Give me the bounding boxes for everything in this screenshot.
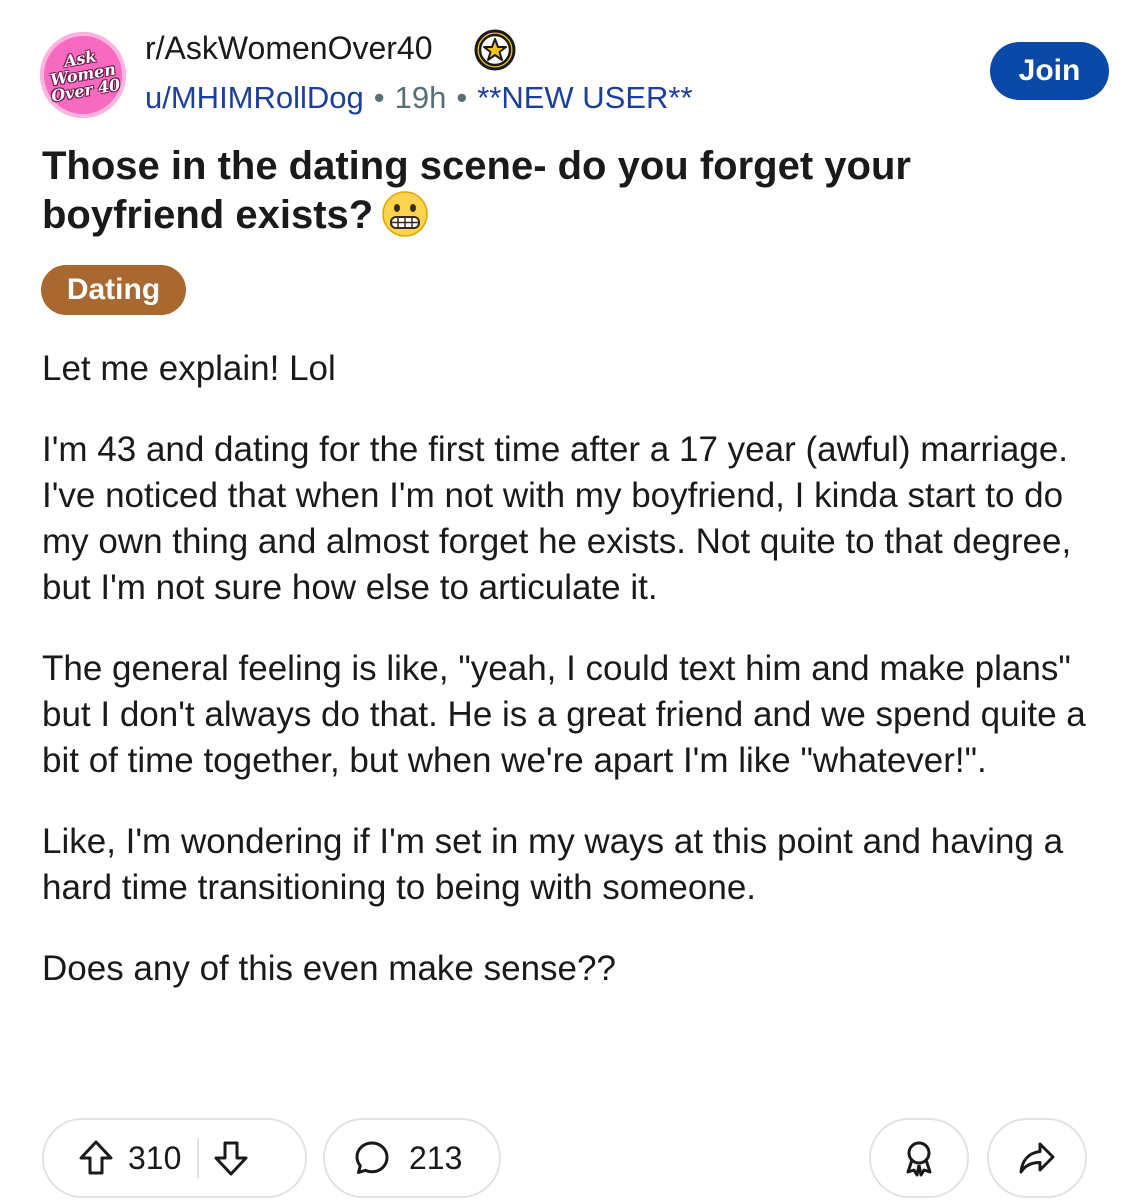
award-button[interactable]	[869, 1118, 969, 1198]
comment-count: 213	[409, 1139, 463, 1176]
vote-divider	[197, 1138, 200, 1178]
post-time: 19h	[394, 80, 447, 115]
post-paragraph: Does any of this even make sense??	[42, 949, 616, 988]
vote-bar: 310	[42, 1118, 307, 1198]
upvote-button[interactable]	[78, 1139, 114, 1177]
meta-separator: •	[373, 80, 385, 115]
subreddit-avatar[interactable]: Ask Women Over 40	[33, 25, 133, 125]
post-paragraph: Let me explain! Lol	[42, 349, 336, 388]
post-body: Let me explain! Lol I'm 43 and dating fo…	[42, 346, 1102, 1027]
share-button[interactable]	[987, 1118, 1087, 1198]
author-username[interactable]: u/MHIMRollDog	[145, 80, 364, 115]
award-icon	[906, 1141, 932, 1177]
share-arrow-icon	[1019, 1142, 1055, 1174]
post-paragraph: Like, I'm wondering if I'm set in my way…	[42, 822, 1064, 907]
post-paragraph: I'm 43 and dating for the first time aft…	[42, 430, 1072, 607]
post-meta: u/MHIMRollDog • 19h • **NEW USER**	[145, 78, 693, 118]
star-badge-icon	[474, 29, 516, 71]
upvote-arrow-icon	[79, 1140, 113, 1175]
post-flair-tag[interactable]: Dating	[41, 265, 186, 315]
user-flair: **NEW USER**	[477, 80, 693, 115]
join-button[interactable]: Join	[990, 42, 1109, 100]
upvote-count: 310	[128, 1139, 182, 1176]
downvote-arrow-icon	[214, 1141, 248, 1176]
post-title-text: Those in the dating scene- do you forget…	[42, 144, 911, 237]
downvote-button[interactable]	[213, 1139, 249, 1177]
comments-button[interactable]: 213	[323, 1118, 501, 1198]
post-title: Those in the dating scene- do you forget…	[42, 142, 1052, 239]
post-paragraph: The general feeling is like, "yeah, I co…	[42, 649, 1086, 780]
grimacing-face-emoji-icon	[382, 191, 428, 237]
meta-separator: •	[456, 80, 468, 115]
comment-bubble-icon	[355, 1141, 389, 1174]
subreddit-name[interactable]: r/AskWomenOver40	[145, 28, 433, 68]
